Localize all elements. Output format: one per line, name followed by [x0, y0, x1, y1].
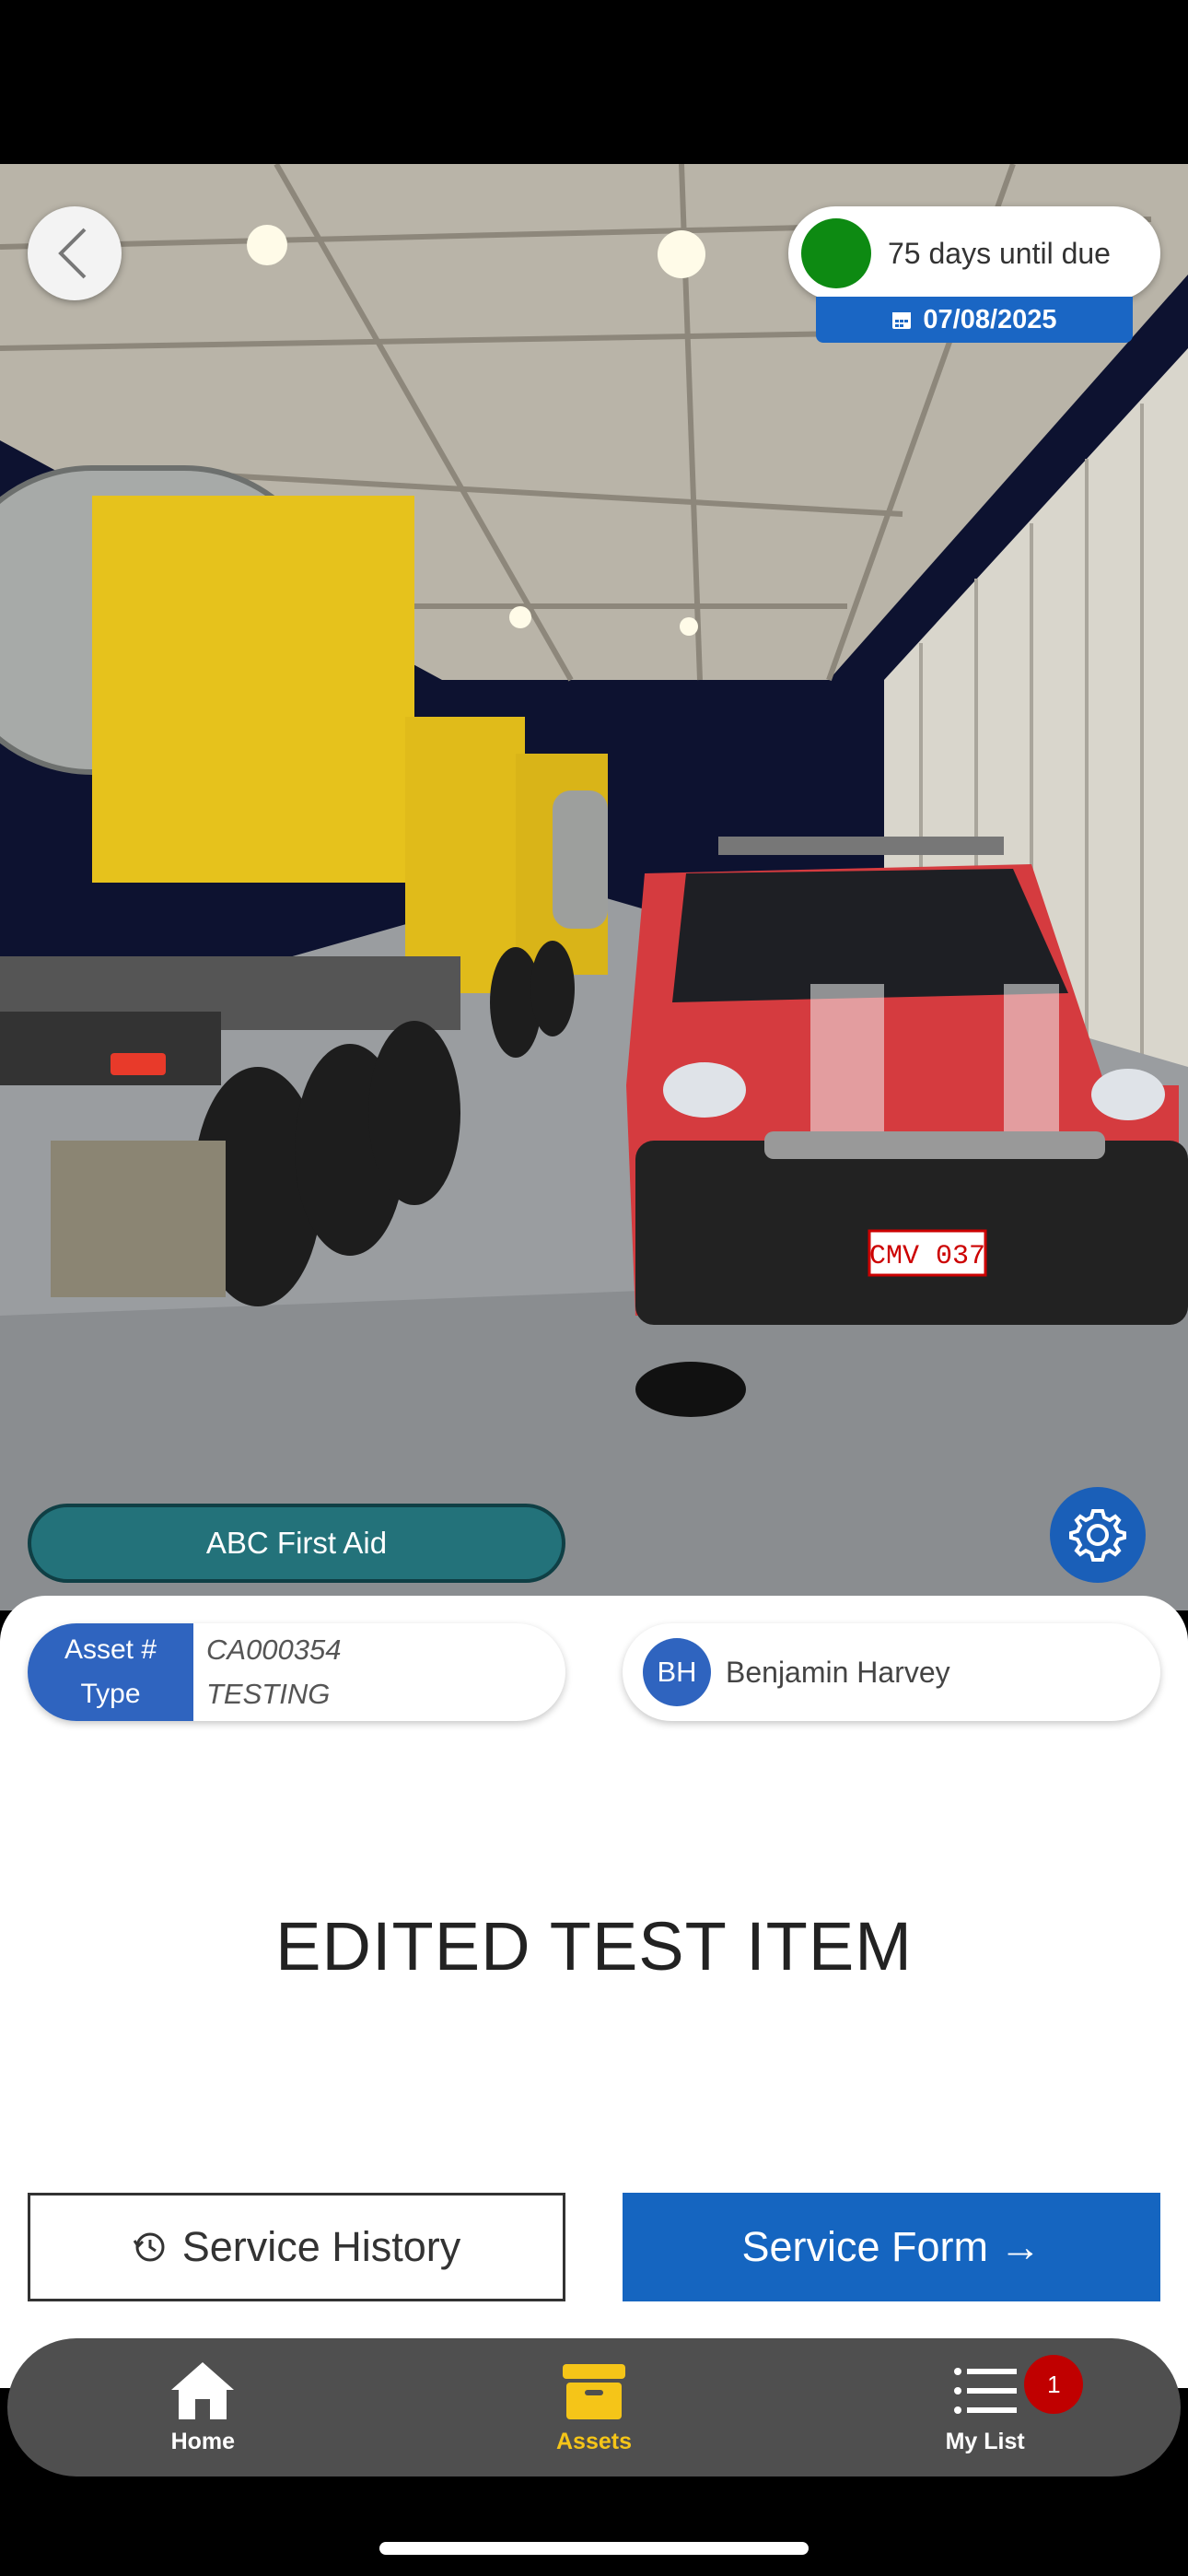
- nav-label-my-list: My List: [945, 2428, 1025, 2454]
- asset-info-values: CA000354 TESTING: [193, 1623, 565, 1721]
- settings-button[interactable]: [1050, 1487, 1146, 1583]
- nav-item-home[interactable]: Home: [7, 2338, 399, 2476]
- due-date-badge: 07/08/2025: [816, 297, 1133, 343]
- asset-photo: CMV 037: [0, 164, 1188, 1610]
- gear-icon: [1069, 1509, 1126, 1562]
- assignee-pill[interactable]: BH Benjamin Harvey: [623, 1623, 1160, 1721]
- home-icon: [171, 2361, 235, 2419]
- asset-type-value: TESTING: [206, 1678, 331, 1710]
- nav-label-home: Home: [170, 2428, 236, 2454]
- list-icon: [953, 2367, 1017, 2414]
- nav-item-my-list[interactable]: My List 1: [789, 2338, 1181, 2476]
- bottom-nav: Home Assets My List 1: [7, 2338, 1181, 2476]
- my-list-count: 1: [1047, 2370, 1061, 2398]
- nav-label-assets: Assets: [556, 2428, 632, 2454]
- number-plate-text: CMV 037: [869, 1241, 985, 1272]
- chevron-left-icon: [58, 228, 87, 279]
- asset-number-label: Asset #: [64, 1634, 157, 1665]
- home-indicator[interactable]: [379, 2542, 809, 2555]
- back-button[interactable]: [28, 206, 122, 300]
- due-status-indicator: [801, 218, 871, 288]
- page-title: EDITED TEST ITEM: [275, 1908, 913, 1985]
- service-form-button[interactable]: Service Form →: [623, 2193, 1160, 2301]
- due-status-pill: 75 days until due: [788, 206, 1160, 300]
- service-form-label: Service Form →: [741, 2223, 1042, 2270]
- category-label: ABC First Aid: [205, 1526, 388, 1560]
- avatar: BH: [643, 1638, 711, 1706]
- history-icon: [133, 2232, 165, 2262]
- calendar-icon: [892, 312, 912, 329]
- nav-item-assets[interactable]: Assets: [399, 2338, 790, 2476]
- category-button[interactable]: ABC First Aid: [28, 1504, 565, 1583]
- service-history-label: Service History: [181, 2223, 461, 2270]
- due-status-text: 75 days until due: [888, 236, 1111, 270]
- asset-info-labels: Asset # Type: [28, 1623, 193, 1721]
- asset-number-value: CA000354: [206, 1633, 342, 1666]
- assignee-name: Benjamin Harvey: [726, 1655, 950, 1689]
- asset-type-label: Type: [80, 1679, 141, 1709]
- archive-box-icon: [563, 2363, 625, 2419]
- avatar-initials: BH: [657, 1656, 697, 1688]
- asset-info-pill: Asset # Type CA000354 TESTING: [28, 1623, 565, 1721]
- my-list-count-badge: 1: [1024, 2355, 1084, 2414]
- service-history-button[interactable]: Service History: [28, 2193, 565, 2301]
- due-date-text: 07/08/2025: [923, 304, 1057, 334]
